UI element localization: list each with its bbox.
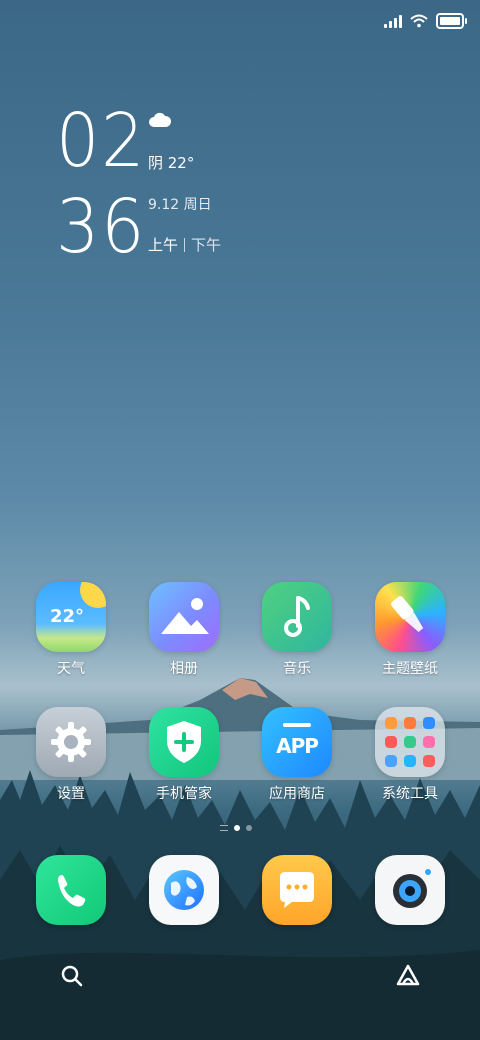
am-pm-divider bbox=[184, 237, 186, 252]
app-theme[interactable]: 主题壁纸 bbox=[360, 582, 460, 678]
security-app-icon bbox=[149, 707, 219, 777]
cloud-icon bbox=[149, 112, 172, 127]
page-dot bbox=[246, 825, 252, 831]
am-pm-indicator: 上午 下午 bbox=[148, 234, 221, 255]
gallery-app-icon bbox=[149, 582, 219, 652]
app-label: 手机管家 bbox=[156, 786, 212, 802]
app-weather[interactable]: 22° 天气 bbox=[21, 582, 121, 678]
clock-minutes: 36 bbox=[56, 184, 147, 270]
phone-icon[interactable] bbox=[36, 855, 106, 925]
app-store[interactable]: APP 应用商店 bbox=[247, 707, 347, 803]
app-label: 天气 bbox=[57, 661, 85, 677]
assistant-icon[interactable] bbox=[394, 962, 422, 990]
app-label: 主题壁纸 bbox=[382, 661, 438, 677]
pm-label: 下午 bbox=[191, 236, 222, 254]
app-label: 设置 bbox=[57, 786, 85, 802]
signal-icon bbox=[384, 14, 402, 28]
page-list-icon bbox=[220, 825, 228, 831]
store-icon-text: APP bbox=[276, 734, 319, 758]
app-label: 系统工具 bbox=[382, 786, 438, 802]
app-music[interactable]: 音乐 bbox=[247, 582, 347, 678]
music-app-icon bbox=[262, 582, 332, 652]
theme-app-icon bbox=[375, 582, 445, 652]
app-label: 应用商店 bbox=[269, 786, 325, 802]
sun-shape bbox=[80, 582, 106, 608]
status-bar bbox=[384, 10, 467, 32]
page-indicator[interactable] bbox=[220, 825, 252, 831]
weather-app-icon: 22° bbox=[36, 582, 106, 652]
folder-icon bbox=[375, 707, 445, 777]
store-bar bbox=[283, 723, 311, 727]
clock-hours: 02 bbox=[56, 98, 147, 184]
app-gallery[interactable]: 相册 bbox=[134, 582, 234, 678]
app-store-icon: APP bbox=[262, 707, 332, 777]
app-settings[interactable]: 设置 bbox=[21, 707, 121, 803]
message-icon[interactable] bbox=[262, 855, 332, 925]
camera-icon[interactable] bbox=[375, 855, 445, 925]
app-security[interactable]: 手机管家 bbox=[134, 707, 234, 803]
browser-icon[interactable] bbox=[149, 855, 219, 925]
app-label: 相册 bbox=[170, 661, 198, 677]
app-label: 音乐 bbox=[283, 661, 311, 677]
settings-app-icon bbox=[36, 707, 106, 777]
page-dot-active bbox=[234, 825, 240, 831]
wifi-icon bbox=[410, 14, 428, 28]
date-text: 9.12 周日 bbox=[148, 197, 212, 213]
weather-text: 阴 22° bbox=[148, 154, 195, 172]
search-icon[interactable] bbox=[58, 962, 86, 990]
app-folder-system-tools[interactable]: 系统工具 bbox=[360, 707, 460, 803]
am-label: 上午 bbox=[148, 236, 179, 254]
weather-app-temp: 22° bbox=[50, 606, 85, 627]
battery-icon bbox=[436, 13, 467, 29]
